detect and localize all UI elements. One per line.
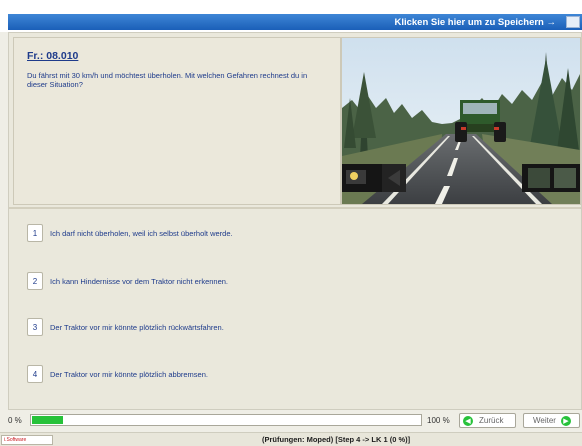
- answer-2[interactable]: 2 Ich kann Hindernisse vor dem Traktor n…: [27, 271, 228, 291]
- answer-4[interactable]: 4 Der Traktor vor mir könnte plötzlich a…: [27, 364, 208, 384]
- question-number: Fr.: 08.010: [27, 50, 79, 62]
- save-label[interactable]: Klicken Sie hier um zu Speichern →: [394, 17, 556, 28]
- answer-number-box[interactable]: 4: [27, 365, 43, 383]
- progress-start-label: 0 %: [8, 416, 22, 425]
- status-text: (Prüfungen: Moped) [Step 4 -> LK 1 (0 %)…: [262, 435, 411, 444]
- question-text: Du fährst mit 30 km/h und möchtest überh…: [27, 71, 308, 89]
- situation-image[interactable]: [341, 37, 581, 205]
- software-logo: i.Software: [1, 435, 53, 445]
- answer-text[interactable]: Ich darf nicht überholen, weil ich selbs…: [50, 229, 233, 238]
- top-bar: Klicken Sie hier um zu Speichern →: [0, 0, 582, 32]
- answer-text[interactable]: Der Traktor vor mir könnte plötzlich abb…: [50, 370, 208, 379]
- arrow-left-icon: ◀: [463, 415, 473, 426]
- progress-row: 0 % 100 % ◀ Zurück Weiter ▶: [0, 410, 582, 432]
- window-corner-icon[interactable]: [566, 16, 580, 28]
- section-divider: [9, 207, 581, 209]
- answer-number-box[interactable]: 1: [27, 224, 43, 242]
- progress-fill: [32, 416, 63, 424]
- back-button-label: Zurück: [479, 416, 504, 425]
- answer-number-box[interactable]: 2: [27, 272, 43, 290]
- road-scene-image: [342, 38, 580, 204]
- progress-end-label: 100 %: [427, 416, 450, 425]
- answer-number-box[interactable]: 3: [27, 318, 43, 336]
- back-button[interactable]: ◀ Zurück: [459, 413, 516, 428]
- answer-1[interactable]: 1 Ich darf nicht überholen, weil ich sel…: [27, 223, 233, 243]
- next-button[interactable]: Weiter ▶: [523, 413, 580, 428]
- status-bar: i.Software (Prüfungen: Moped) [Step 4 ->…: [0, 432, 582, 446]
- save-bar[interactable]: Klicken Sie hier um zu Speichern →: [8, 14, 582, 30]
- next-button-label: Weiter: [533, 416, 556, 425]
- answer-3[interactable]: 3 Der Traktor vor mir könnte plötzlich r…: [27, 317, 224, 337]
- question-panel: Fr.: 08.010 Du fährst mit 30 km/h und mö…: [13, 37, 341, 205]
- arrow-right-icon: ▶: [560, 415, 571, 426]
- progress-bar: [30, 414, 422, 426]
- answer-text[interactable]: Der Traktor vor mir könnte plötzlich rüc…: [50, 323, 224, 332]
- question-frame: Fr.: 08.010 Du fährst mit 30 km/h und mö…: [8, 32, 582, 410]
- answer-text[interactable]: Ich kann Hindernisse vor dem Traktor nic…: [50, 277, 228, 286]
